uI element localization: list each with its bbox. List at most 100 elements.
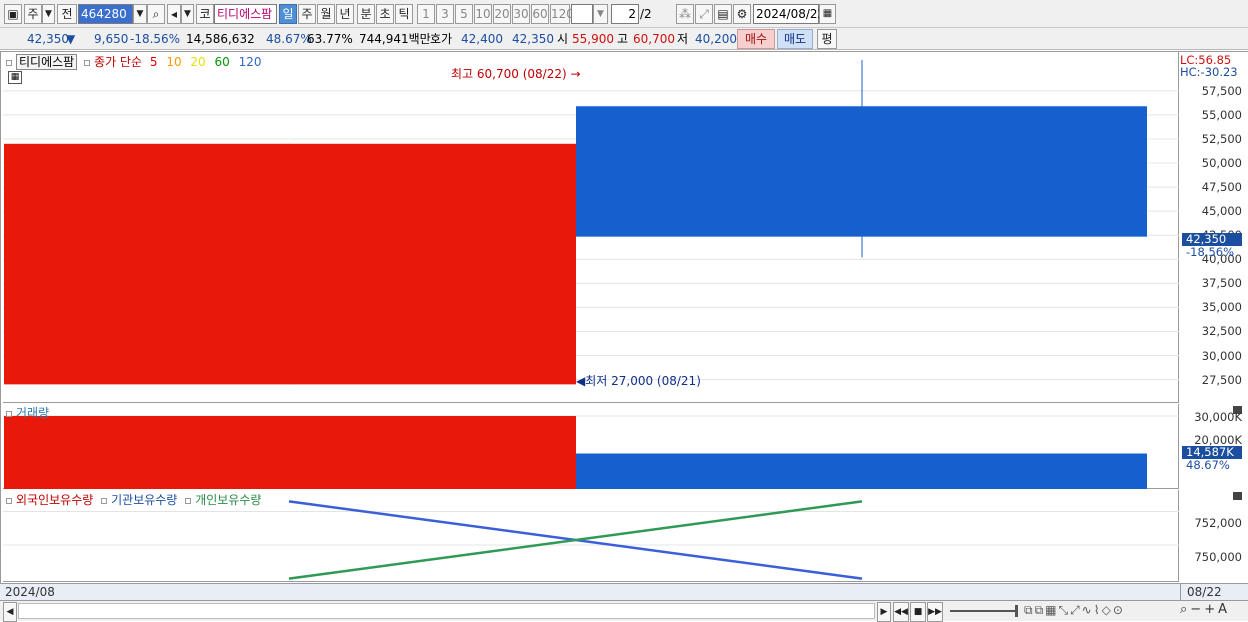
prev-button[interactable]: 전 bbox=[57, 4, 77, 24]
legend-individual-holdings[interactable]: 개인보유수량 bbox=[195, 493, 261, 507]
holdings-legend: 외국인보유수량 기관보유수량 개인보유수량 bbox=[6, 491, 261, 508]
price-tick-label: 32,500 bbox=[1201, 324, 1242, 339]
price-tick-label: 45,000 bbox=[1201, 204, 1242, 219]
ma-legend-label[interactable]: 종가 단순 bbox=[94, 55, 142, 69]
ma-10-label: 10 bbox=[166, 55, 182, 69]
chart-tool-icon[interactable]: ⤢ bbox=[695, 4, 713, 24]
holdings-y-axis: 752,000 750,000 bbox=[1180, 490, 1248, 582]
interval-5-button[interactable]: 5 bbox=[455, 4, 473, 24]
quote-bar: 42,350 ▼ 9,650 -18.56% 14,586,632 48.67%… bbox=[0, 28, 1248, 50]
volume-legend-label[interactable]: 거래량 bbox=[16, 406, 49, 420]
plus-icon[interactable]: + bbox=[1204, 602, 1218, 617]
interval-custom-input[interactable] bbox=[571, 4, 593, 24]
volume-legend: 거래량 bbox=[6, 404, 49, 421]
period-year-button[interactable]: 년 bbox=[336, 4, 354, 24]
main-toolbar: ▣ 주 ▼ 전 464280 ▼ ⌕ ◂ ▼ 코 티디에스팜 일 주 월 년 분… bbox=[0, 0, 1248, 28]
current-pct-tag: -18.56% bbox=[1186, 245, 1234, 259]
magnifier-icon[interactable]: ⌕ bbox=[1180, 602, 1190, 617]
sell-button[interactable]: 매도 bbox=[777, 29, 813, 49]
link-icon[interactable]: ⁂ bbox=[676, 4, 694, 24]
high-annotation-text: 최고 60,700 (08/22) bbox=[451, 67, 567, 81]
scroll-right-button[interactable]: ▶ bbox=[877, 602, 891, 622]
low-label: 저 bbox=[677, 32, 689, 46]
price-y-axis: LC:56.85 HC:-30.23 57,500 55,000 52,500 50,… bbox=[1180, 52, 1248, 403]
legend-institution-holdings[interactable]: 기관보유수량 bbox=[111, 493, 177, 507]
volume-panel bbox=[3, 404, 1179, 489]
date-input[interactable]: 2024/08/22 bbox=[753, 4, 825, 24]
period-minute-button[interactable]: 분 bbox=[357, 4, 375, 24]
page-current-input[interactable]: 2 bbox=[611, 4, 639, 24]
interval-20-button[interactable]: 20 bbox=[493, 4, 511, 24]
price-tick-label: 30,000 bbox=[1201, 348, 1242, 363]
price-change-pct: -18.56% bbox=[130, 32, 181, 46]
down-arrow-icon: ▼ bbox=[66, 32, 76, 46]
zoom-slider-handle[interactable] bbox=[1015, 605, 1018, 617]
scroll-left-button[interactable]: ◀ bbox=[3, 602, 17, 622]
gear-icon[interactable]: ⚙ bbox=[733, 4, 751, 24]
current-price: 42,350 bbox=[27, 32, 69, 46]
eval-button[interactable]: 평 bbox=[817, 29, 837, 49]
arrow-left-icon: ◀ bbox=[576, 374, 586, 388]
price-tick-label: 55,000 bbox=[1201, 107, 1242, 122]
buy-button[interactable]: 매수 bbox=[737, 29, 775, 49]
holdings-legend-marker-2 bbox=[101, 497, 108, 504]
stock-name-field: 티디에스팜 bbox=[214, 4, 277, 24]
interval-3-button[interactable]: 3 bbox=[436, 4, 454, 24]
interval-60-button[interactable]: 60 bbox=[531, 4, 549, 24]
holdings-legend-marker-3 bbox=[185, 497, 192, 504]
market-label[interactable]: 코 bbox=[196, 4, 214, 24]
price-legend: 티디에스팜 종가 단순 5 10 20 60 120 bbox=[6, 53, 262, 70]
x-axis-right-label: 08/22 bbox=[1187, 585, 1222, 599]
holdings-tick-752000: 752,000 bbox=[1194, 516, 1242, 530]
period-tick-button[interactable]: 틱 bbox=[395, 4, 413, 24]
price-tick-label: 52,500 bbox=[1201, 131, 1242, 146]
period-week-button[interactable]: 주 bbox=[298, 4, 316, 24]
trade-amount: 744,941백만 bbox=[359, 32, 431, 46]
chevron-down-icon[interactable]: ▼ bbox=[42, 4, 55, 24]
low-annotation: ◀최저 27,000 (08/21) bbox=[576, 372, 701, 389]
interval-30-button[interactable]: 30 bbox=[512, 4, 530, 24]
turnover-value-2: 63.77% bbox=[307, 32, 353, 46]
stock-code-input[interactable]: 464280 bbox=[78, 4, 133, 24]
interval-120-button[interactable]: 120 bbox=[550, 4, 574, 24]
period-day-button[interactable]: 일 bbox=[279, 4, 297, 24]
period-type-select[interactable]: 주 bbox=[24, 4, 42, 24]
price-chart-svg bbox=[3, 60, 1179, 385]
interval-10-button[interactable]: 10 bbox=[474, 4, 492, 24]
calendar-icon[interactable]: ▦ bbox=[819, 4, 836, 24]
zoom-slider[interactable] bbox=[950, 610, 1016, 612]
font-size-icon[interactable]: A bbox=[1218, 602, 1230, 617]
bottom-control-bar: ◀ ▶ ◀◀ ■ ▶▶ ⧉⧉▦⤡⤢∿⌇◇⊙ ⌕−+A bbox=[0, 601, 1248, 622]
drawing-tools-icons[interactable]: ⧉⧉▦⤡⤢∿⌇◇⊙ bbox=[1024, 603, 1125, 618]
price-tick-label: 35,000 bbox=[1201, 300, 1242, 315]
horizontal-scrollbar[interactable] bbox=[18, 603, 875, 619]
price-panel bbox=[3, 52, 1179, 403]
interval-1-button[interactable]: 1 bbox=[417, 4, 435, 24]
fast-forward-icon[interactable]: ▶▶ bbox=[927, 602, 943, 622]
price-tick-label: 27,500 bbox=[1201, 372, 1242, 387]
x-axis-left-label: 2024/08 bbox=[5, 585, 55, 599]
volume-bar bbox=[576, 453, 1147, 489]
high-label: 고 bbox=[617, 32, 629, 46]
volume-bar bbox=[4, 416, 576, 489]
window-icon[interactable]: ▣ bbox=[4, 4, 22, 24]
legend-foreign-holdings[interactable]: 외국인보유수량 bbox=[16, 493, 93, 507]
table-icon[interactable]: ▦ bbox=[8, 71, 22, 84]
save-icon[interactable]: ▤ bbox=[714, 4, 732, 24]
open-label: 시 bbox=[557, 32, 569, 46]
period-second-button[interactable]: 초 bbox=[376, 4, 394, 24]
period-month-button[interactable]: 월 bbox=[317, 4, 335, 24]
search-icon[interactable]: ⌕ bbox=[147, 4, 165, 24]
high-price: 60,700 bbox=[633, 32, 675, 46]
price-tick-label: 37,500 bbox=[1201, 276, 1242, 291]
stop-icon[interactable]: ■ bbox=[910, 602, 926, 622]
speaker-dropdown-icon[interactable]: ▼ bbox=[181, 4, 194, 24]
legend-stock-name[interactable]: 티디에스팜 bbox=[16, 54, 78, 70]
code-dropdown-icon[interactable]: ▼ bbox=[133, 4, 147, 24]
low-price: 40,200 bbox=[695, 32, 737, 46]
volume-y-axis: 30,000K 20,000K 14,587K 48.67% bbox=[1180, 404, 1248, 489]
speaker-icon[interactable]: ◂ bbox=[167, 4, 181, 24]
interval-dropdown-icon[interactable]: ▼ bbox=[593, 4, 608, 24]
minus-icon[interactable]: − bbox=[1190, 602, 1204, 617]
rewind-icon[interactable]: ◀◀ bbox=[893, 602, 909, 622]
